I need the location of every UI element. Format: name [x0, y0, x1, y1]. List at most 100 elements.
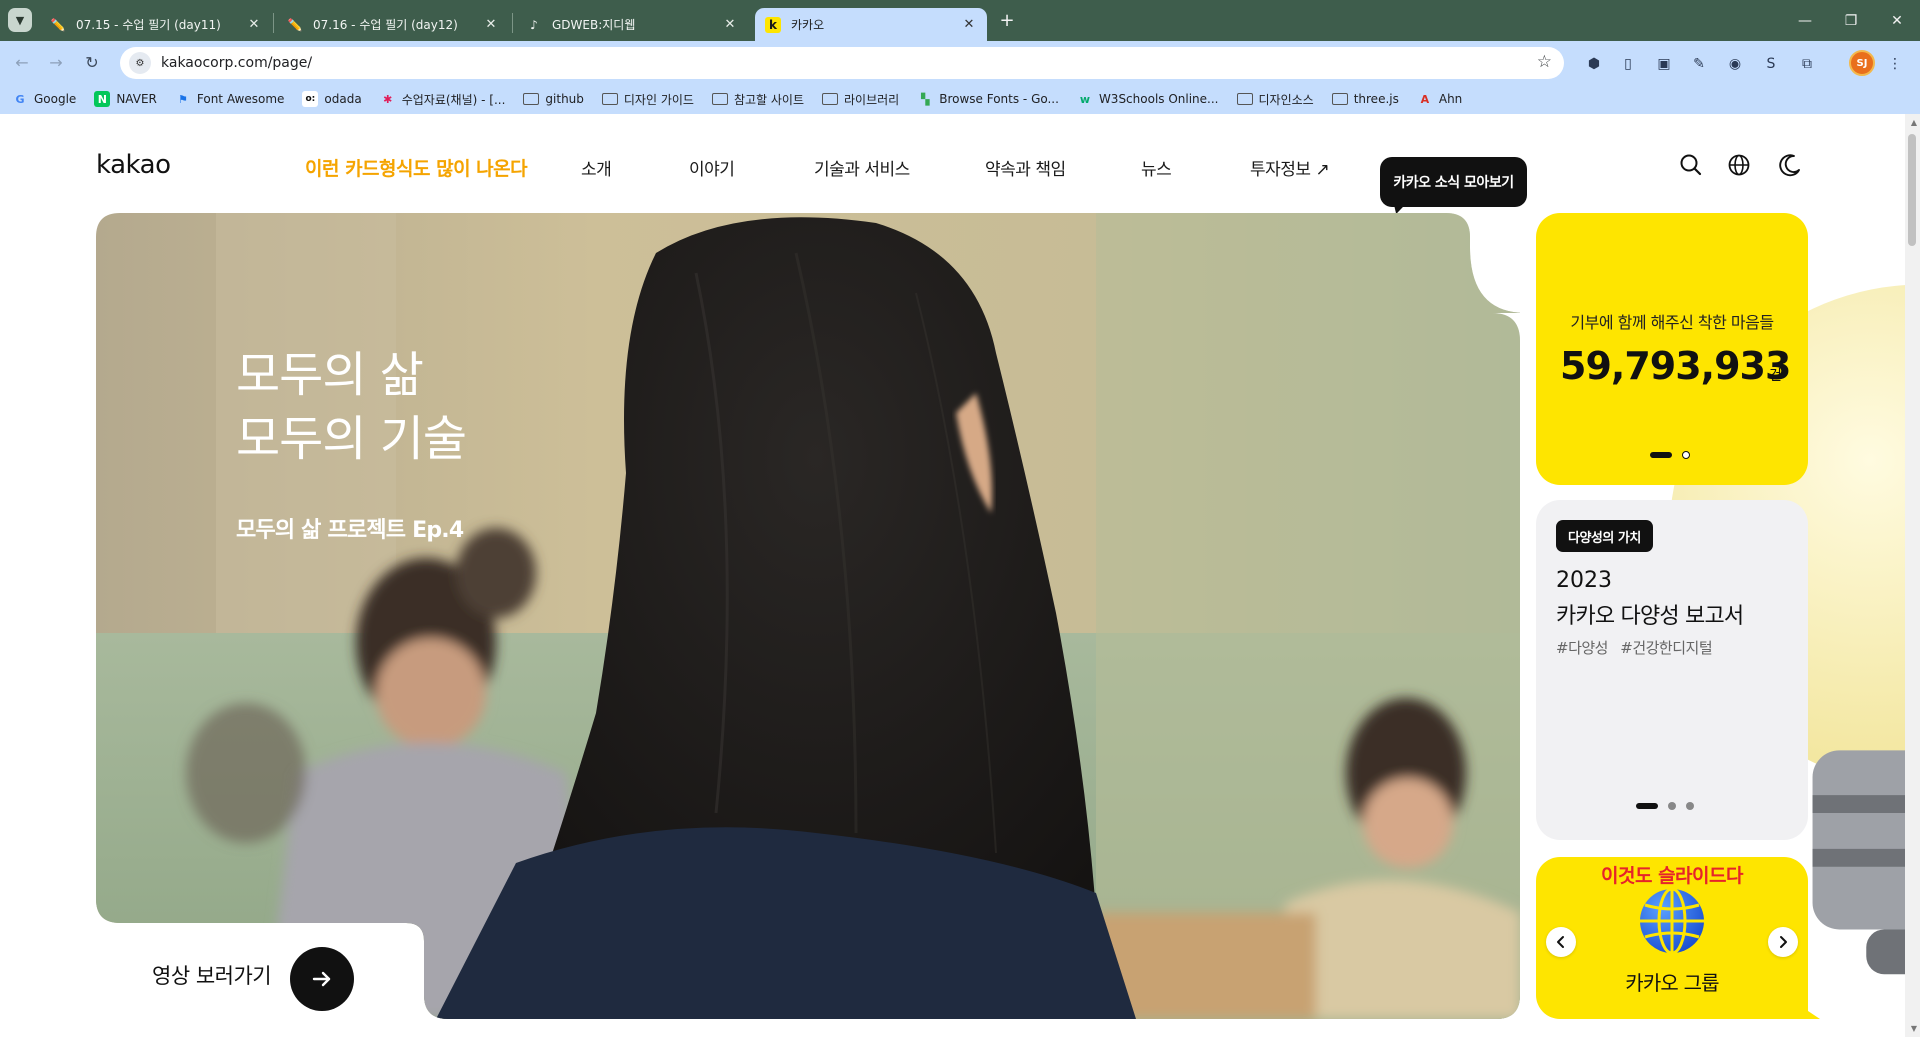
back-button[interactable]: ← [10, 51, 34, 75]
extension-s-icon[interactable]: S [1760, 53, 1782, 75]
slider-prev-button[interactable] [1546, 927, 1576, 957]
bookmark-star-icon[interactable]: ☆ [1537, 52, 1552, 72]
window-close-button[interactable]: ✕ [1874, 0, 1920, 41]
tab-search-button[interactable]: ▼ [8, 8, 32, 32]
eyedropper-icon[interactable]: ✎ [1688, 53, 1710, 75]
hero-banner[interactable]: 모두의 삶 모두의 기술 모두의 삶 프로젝트 Ep.4 [96, 213, 1920, 1019]
pagination-dot[interactable] [1686, 802, 1694, 810]
chevron-left-icon [1557, 936, 1564, 948]
tag-diversity[interactable]: #다양성 [1556, 639, 1608, 657]
video-link-text[interactable]: 영상 보러가기 [152, 960, 272, 990]
diversity-report-card[interactable]: 다양성의 가치 2023 카카오 다양성 보고서 #다양성 #건강한디지털 [1536, 500, 1808, 840]
kakao-group-card[interactable]: 이것도 슬라이드다 카카오 그룹 [1536, 857, 1808, 1019]
restore-icon: ❐ [1844, 12, 1858, 29]
annotation-card-format: 이런 카드형식도 많이 나온다 [305, 158, 528, 180]
restore-button[interactable]: ❐ [1828, 0, 1874, 41]
globe-icon [1640, 887, 1704, 955]
naver-icon: N [94, 91, 111, 107]
extension-hexagon-icon[interactable]: ⬢ [1583, 53, 1605, 75]
bookmark-google[interactable]: G Google [12, 91, 76, 107]
google-icon: G [15, 92, 25, 106]
arrow-right-icon [312, 971, 331, 987]
video-play-button[interactable] [290, 947, 354, 1011]
nav-story[interactable]: 이야기 [689, 155, 735, 180]
hero-subtitle: 모두의 삶 프로젝트 Ep.4 [236, 518, 464, 543]
odada-icon: o: [302, 91, 319, 107]
news-collection-tooltip[interactable]: 카카오 소식 모아보기 [1380, 157, 1527, 207]
bookmark-folder-design-guide[interactable]: 디자인 가이드 [601, 91, 694, 108]
nav-news[interactable]: 뉴스 [1141, 155, 1172, 180]
nav-promise[interactable]: 약속과 책임 [985, 155, 1066, 180]
group-label: 카카오 그룹 [1625, 971, 1719, 995]
reload-button[interactable]: ↻ [80, 51, 104, 75]
extension-doc-icon[interactable]: ▯ [1617, 53, 1639, 75]
kebab-menu-icon[interactable]: ⋮ [1884, 53, 1906, 75]
close-icon[interactable]: ✕ [722, 17, 738, 32]
browser-tab-gdweb[interactable]: ♪ GDWEB:지디웹 ✕ [516, 8, 748, 41]
forward-button[interactable]: → [44, 51, 68, 75]
pencil-icon: ✏️ [50, 17, 66, 32]
reload-icon: ↻ [85, 53, 99, 72]
pagination-dot[interactable] [1682, 451, 1690, 459]
w3schools-icon: w [1079, 92, 1091, 106]
nav-investor[interactable]: 투자정보 ↗ [1250, 155, 1330, 180]
bookmark-folder-reference[interactable]: 참고할 사이트 [711, 91, 804, 108]
address-bar[interactable]: ⚙ kakaocorp.com/page/ ☆ [120, 47, 1564, 79]
globe-language-icon[interactable] [1726, 152, 1752, 178]
browser-toolbar: ← → ↻ ⚙ kakaocorp.com/page/ ☆ ⬢ ▯ ▣ ✎ ◉ … [0, 41, 1920, 84]
scroll-down-icon[interactable]: ▼ [1911, 1024, 1917, 1033]
bookmark-folder-design-source[interactable]: 디자인소스 [1236, 91, 1314, 108]
report-pagination [1636, 802, 1704, 810]
bookmark-ahn[interactable]: A Ahn [1417, 91, 1463, 107]
pencil-icon: ✏️ [287, 17, 303, 32]
minimize-button[interactable]: — [1782, 0, 1828, 41]
arrow-right-icon: → [49, 53, 63, 72]
new-tab-button[interactable]: + [995, 10, 1019, 34]
bookmark-class-material[interactable]: ✱ 수업자료(채널) - [... [380, 91, 505, 108]
scroll-up-icon[interactable]: ▲ [1911, 118, 1917, 127]
close-icon[interactable]: ✕ [961, 17, 977, 32]
profile-avatar[interactable]: SJ [1849, 50, 1875, 76]
url-text[interactable]: kakaocorp.com/page/ [161, 55, 312, 71]
close-icon[interactable]: ✕ [246, 17, 262, 32]
pagination-dot-active[interactable] [1650, 452, 1672, 458]
extension-screen-icon[interactable]: ▣ [1653, 53, 1675, 75]
bookmark-folder-threejs[interactable]: three.js [1331, 92, 1399, 106]
bookmark-folder-library[interactable]: 라이브러리 [822, 91, 899, 108]
speech-bubble-tail [1790, 999, 1820, 1019]
kakao-logo[interactable]: kakao [96, 150, 171, 180]
nav-tech-service[interactable]: 기술과 서비스 [814, 155, 910, 180]
bookmark-odada[interactable]: o: odada [302, 91, 362, 107]
search-icon[interactable] [1678, 152, 1704, 178]
bookmark-font-awesome[interactable]: ⚑ Font Awesome [175, 91, 284, 107]
close-icon[interactable]: ✕ [483, 17, 499, 32]
nav-intro[interactable]: 소개 [581, 155, 612, 180]
dark-mode-moon-icon[interactable] [1777, 152, 1803, 178]
extension-circle-icon[interactable]: ◉ [1724, 53, 1746, 75]
scrollbar-thumb[interactable] [1908, 134, 1916, 246]
page-scrollbar[interactable]: ▲ ▼ [1905, 114, 1920, 1037]
browser-tab-day11[interactable]: ✏️ 07.15 - 수업 필기 (day11) ✕ [40, 8, 272, 41]
bookmark-folder-github[interactable]: github [523, 92, 584, 106]
pagination-dot[interactable] [1668, 802, 1676, 810]
tag-healthy-digital[interactable]: #건강한디지털 [1620, 639, 1712, 657]
report-title: 카카오 다양성 보고서 [1556, 604, 1744, 629]
report-year: 2023 [1556, 568, 1612, 593]
bookmark-w3schools[interactable]: w W3Schools Online... [1077, 91, 1219, 107]
pagination-dot-active[interactable] [1636, 803, 1658, 809]
ahn-icon: A [1420, 92, 1430, 106]
donation-card[interactable]: 기부에 함께 해주신 착한 마음들 59,793,933 건 [1536, 213, 1808, 485]
browser-tab-kakao[interactable]: k 카카오 ✕ [755, 8, 987, 41]
chevron-down-icon: ▼ [15, 13, 25, 27]
slider-next-button[interactable] [1768, 927, 1798, 957]
browser-tab-day12[interactable]: ✏️ 07.16 - 수업 필기 (day12) ✕ [277, 8, 509, 41]
folder-icon [1236, 93, 1253, 105]
folder-icon [711, 93, 728, 105]
site-settings-icon[interactable]: ⚙ [129, 52, 151, 74]
puzzle-icon[interactable]: ⧉ [1796, 53, 1818, 75]
slack-icon: ✱ [383, 92, 393, 106]
folder-icon [1331, 93, 1348, 105]
bookmark-naver[interactable]: N NAVER [94, 91, 157, 107]
bookmark-google-fonts[interactable]: ▚ Browse Fonts - Go... [917, 91, 1059, 107]
gdweb-icon: ♪ [530, 17, 538, 32]
